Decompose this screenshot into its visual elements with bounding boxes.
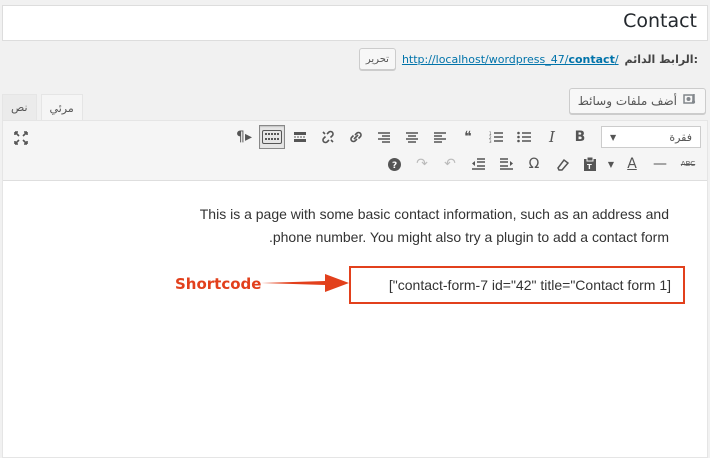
content-line-1: This is a page with some basic contact i… [199,206,669,222]
permalink-label: الرابط الدائم: [624,52,698,66]
format-select-value: فقرة [669,130,692,144]
text-color-icon[interactable]: A [619,152,645,176]
editor-content[interactable]: This is a page with some basic contact i… [3,181,707,458]
help-icon[interactable]: ? [381,152,407,176]
align-center-icon[interactable] [399,125,425,149]
fullscreen-icon[interactable] [9,126,33,150]
shortcode-highlight: ["contact-form-7 id="42" title="Contact … [349,266,685,304]
more-tag-icon[interactable] [287,125,313,149]
editor: ¶▸ ❝ 1 2 3 I B ▼ فقرة ? ↷ ↶ Ω T ▼ A — AB… [2,120,708,458]
align-left-icon[interactable] [427,125,453,149]
format-select[interactable]: ▼ فقرة [601,126,701,148]
outdent-icon[interactable] [465,152,491,176]
add-media-label: أضف ملفات وسائط [577,94,677,108]
svg-text:?: ? [392,161,397,171]
post-title[interactable]: Contact [623,10,697,32]
content-line-2: .phone number. You might also try a plug… [268,229,669,245]
editor-toolbar: ¶▸ ❝ 1 2 3 I B ▼ فقرة ? ↷ ↶ Ω T ▼ A — AB… [3,121,707,181]
camera-music-icon [683,92,697,110]
unlink-icon[interactable] [315,125,341,149]
align-right-icon[interactable] [371,125,397,149]
bold-icon[interactable]: B [567,125,593,149]
permalink-row: تحرير http://localhost/wordpress_47/cont… [358,48,698,70]
shortcode-text: ["contact-form-7 id="42" title="Contact … [388,277,671,293]
tab-text[interactable]: نص [2,94,37,120]
redo-icon[interactable]: ↷ [409,152,435,176]
paste-text-icon[interactable]: T [577,152,603,176]
chevron-down-icon: ▼ [610,132,617,142]
tab-visual[interactable]: مرئي [40,94,83,121]
special-char-icon[interactable]: Ω [521,152,547,176]
clear-format-icon[interactable] [549,152,575,176]
add-media-button[interactable]: أضف ملفات وسائط [568,88,706,114]
toolbar-row-2: ? ↷ ↶ Ω T ▼ A — ABC [381,152,701,176]
svg-text:3: 3 [489,139,492,143]
rtl-paragraph-icon[interactable]: ¶▸ [231,125,257,149]
link-icon[interactable] [343,125,369,149]
bullet-list-icon[interactable] [511,125,537,149]
annotation-label: Shortcode [175,275,262,293]
indent-icon[interactable] [493,152,519,176]
content-paragraph: This is a page with some basic contact i… [169,203,669,249]
permalink-edit-button[interactable]: تحرير [358,48,396,70]
title-field[interactable]: Contact [2,5,708,41]
permalink-url[interactable]: http://localhost/wordpress_47/contact/ [402,53,619,66]
editor-page: Contact تحرير http://localhost/wordpress… [0,0,710,458]
editor-tabs: نص مرئي [2,94,83,121]
undo-icon[interactable]: ↶ [437,152,463,176]
italic-icon[interactable]: I [539,125,565,149]
toolbar-row-1: ¶▸ ❝ 1 2 3 I B ▼ فقرة [231,125,701,149]
text-color-dropdown-icon[interactable]: ▼ [605,152,617,176]
annotation-arrow-icon [261,274,349,292]
blockquote-icon[interactable]: ❝ [455,125,481,149]
ordered-list-icon[interactable]: 123 [483,125,509,149]
svg-text:T: T [587,163,592,171]
toolbar-toggle-icon[interactable] [259,125,285,149]
horizontal-rule-icon[interactable]: — [647,152,673,176]
strikethrough-icon[interactable]: ABC [675,152,701,176]
